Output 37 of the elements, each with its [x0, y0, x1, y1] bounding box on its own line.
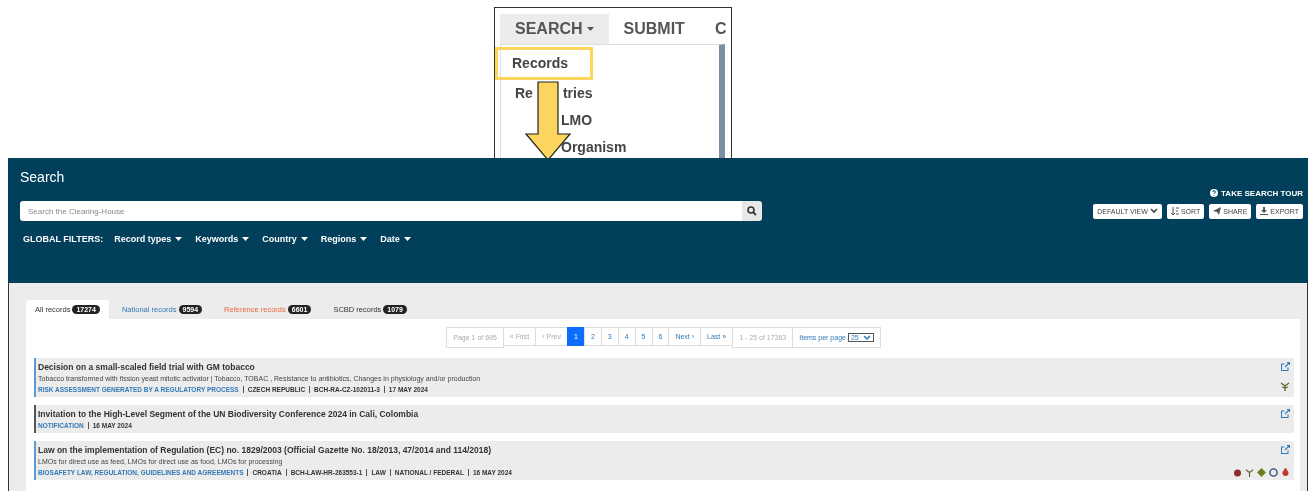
filter-dropdown[interactable]: Date — [380, 234, 411, 244]
menu-item[interactable]: LMO — [501, 107, 631, 134]
filter-dropdown[interactable]: Regions — [320, 234, 368, 244]
plant-icon — [1245, 468, 1254, 477]
caret-icon — [300, 237, 308, 241]
record-title[interactable]: Law on the implementation of Regulation (EC) no. 1829/2003 (Official Gazette No. 18/2013, 47/2014 and 114/2018) — [38, 445, 1272, 455]
download-icon — [1260, 207, 1269, 215]
external-link-icon[interactable] — [1281, 445, 1290, 454]
menu-item-text[interactable]: tries — [562, 80, 593, 107]
filter-dropdown[interactable]: Record types — [114, 234, 183, 244]
send-icon — [1213, 207, 1222, 215]
chevron-down-icon — [862, 335, 871, 340]
plant-icon — [1280, 381, 1290, 391]
sort-icon — [1170, 206, 1179, 216]
caret-icon — [360, 237, 368, 241]
record-card[interactable] — [34, 358, 1294, 397]
chevron-down-icon — [1149, 208, 1158, 214]
search-button[interactable] — [742, 201, 762, 221]
page-title: Search — [20, 168, 66, 185]
record-title[interactable]: Invitation to the High-Level Segment of the UN Biodiversity Conference 2024 in Cali, Colombia — [38, 409, 1272, 419]
menu-item[interactable]: Records — [495, 47, 593, 80]
filter-dropdown[interactable]: Keywords — [195, 234, 250, 244]
filter-dropdown[interactable]: Country — [262, 234, 308, 244]
filters-label: GLOBAL FILTERS: — [23, 234, 104, 244]
record-card[interactable] — [34, 441, 1294, 480]
external-link-icon[interactable] — [1281, 362, 1290, 371]
caret-icon — [403, 237, 411, 241]
menu-item-text[interactable]: Re — [515, 80, 533, 107]
tour-link[interactable]: TAKE SEARCH TOUR — [1210, 186, 1303, 200]
caret-icon — [175, 237, 183, 241]
caret-icon — [242, 237, 250, 241]
help-icon — [1210, 189, 1219, 197]
nav-tab[interactable]: SEARCH — [500, 14, 609, 44]
record-title[interactable]: Decision on a small-scaled field trial with GM tobacco — [38, 362, 1272, 372]
search-field[interactable]: Search the Clearing-House — [20, 201, 742, 221]
external-link-icon[interactable] — [1281, 409, 1290, 418]
search-icon — [747, 206, 757, 216]
